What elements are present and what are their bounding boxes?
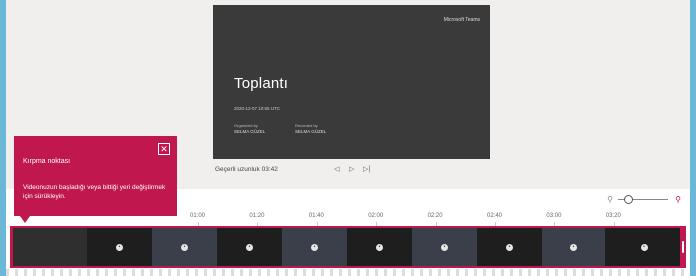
thumbnail-segment: • bbox=[477, 228, 542, 266]
coachmark-body: Videonuzun başladığı veya bittiği yeri d… bbox=[23, 184, 166, 200]
segment-marker-icon: • bbox=[116, 243, 123, 251]
organizer-block: Organized by SELMA GÜZEL bbox=[234, 123, 265, 135]
coachmark-title: Kırpma noktası bbox=[23, 158, 71, 165]
trim-point-coachmark: Kırpma noktası Videonuzun başladığı veya… bbox=[14, 136, 177, 216]
previous-frame-icon[interactable]: ◁ bbox=[334, 165, 339, 175]
time-tick-label: 01:20 bbox=[249, 213, 265, 219]
next-frame-icon[interactable]: ▷| bbox=[363, 165, 370, 175]
thumbnail-segment: • bbox=[217, 228, 282, 266]
time-tick-label: 03:20 bbox=[605, 213, 621, 219]
recorder-name: SELMA GÜZEL bbox=[295, 129, 327, 134]
segment-marker-icon: • bbox=[570, 243, 577, 251]
audio-waveform bbox=[6, 269, 690, 276]
segment-marker-icon: • bbox=[441, 243, 448, 251]
zoom-control: ⚲ ⚲ bbox=[604, 194, 684, 206]
thumbnail-segment: • bbox=[347, 228, 412, 266]
playback-bar: Geçerli uzunluk 03:42 ◁ ▷ ▷| bbox=[213, 163, 490, 179]
time-tick-label: 02:20 bbox=[427, 213, 443, 219]
video-preview: Microsoft Teams Toplantı 2020-12-07 10:5… bbox=[213, 5, 490, 159]
time-tick-label: 02:00 bbox=[368, 213, 384, 219]
coachmark-pointer bbox=[20, 216, 30, 223]
thumbnail-segment: • bbox=[87, 228, 152, 266]
segment-marker-icon: • bbox=[640, 243, 648, 251]
trim-end-handle[interactable] bbox=[680, 226, 686, 268]
segment-marker-icon: • bbox=[246, 243, 253, 251]
segment-marker-icon: • bbox=[376, 243, 383, 251]
thumbnail-segment: • bbox=[412, 228, 477, 266]
zoom-out-icon[interactable]: ⚲ bbox=[604, 194, 616, 206]
segment-marker-icon: • bbox=[181, 243, 188, 251]
thumbnail-first-frame bbox=[13, 228, 87, 266]
thumbnail-segment: • bbox=[282, 228, 347, 266]
recorder-block: Recorded by SELMA GÜZEL bbox=[295, 123, 326, 135]
thumbnail-segment: • bbox=[542, 228, 605, 266]
play-icon[interactable]: ▷ bbox=[349, 165, 354, 175]
time-tick-label: 01:40 bbox=[308, 213, 324, 219]
segment-marker-icon: • bbox=[311, 243, 318, 251]
time-tick-label: 02:40 bbox=[487, 213, 503, 219]
thumbnail-strip[interactable]: • • • • • • • • • bbox=[11, 226, 685, 268]
thumbnail-segment: • bbox=[605, 228, 683, 266]
organizer-name: SELMA GÜZEL bbox=[234, 129, 266, 134]
time-tick-label: 01:00 bbox=[190, 213, 206, 219]
thumbnail-segment: • bbox=[152, 228, 217, 266]
close-icon[interactable]: ✕ bbox=[158, 143, 170, 155]
brand-label: Microsoft Teams bbox=[443, 17, 480, 23]
zoom-in-icon[interactable]: ⚲ bbox=[672, 194, 684, 206]
zoom-slider-thumb[interactable] bbox=[624, 195, 633, 204]
time-tick-label: 03:00 bbox=[546, 213, 562, 219]
current-duration: Geçerli uzunluk 03:42 bbox=[215, 166, 278, 173]
segment-marker-icon: • bbox=[506, 243, 513, 251]
video-trim-editor: Microsoft Teams Toplantı 2020-12-07 10:5… bbox=[6, 0, 690, 276]
meeting-title: Toplantı bbox=[234, 75, 289, 92]
meeting-date: 2020-12-07 10:55 UTC bbox=[234, 106, 281, 111]
